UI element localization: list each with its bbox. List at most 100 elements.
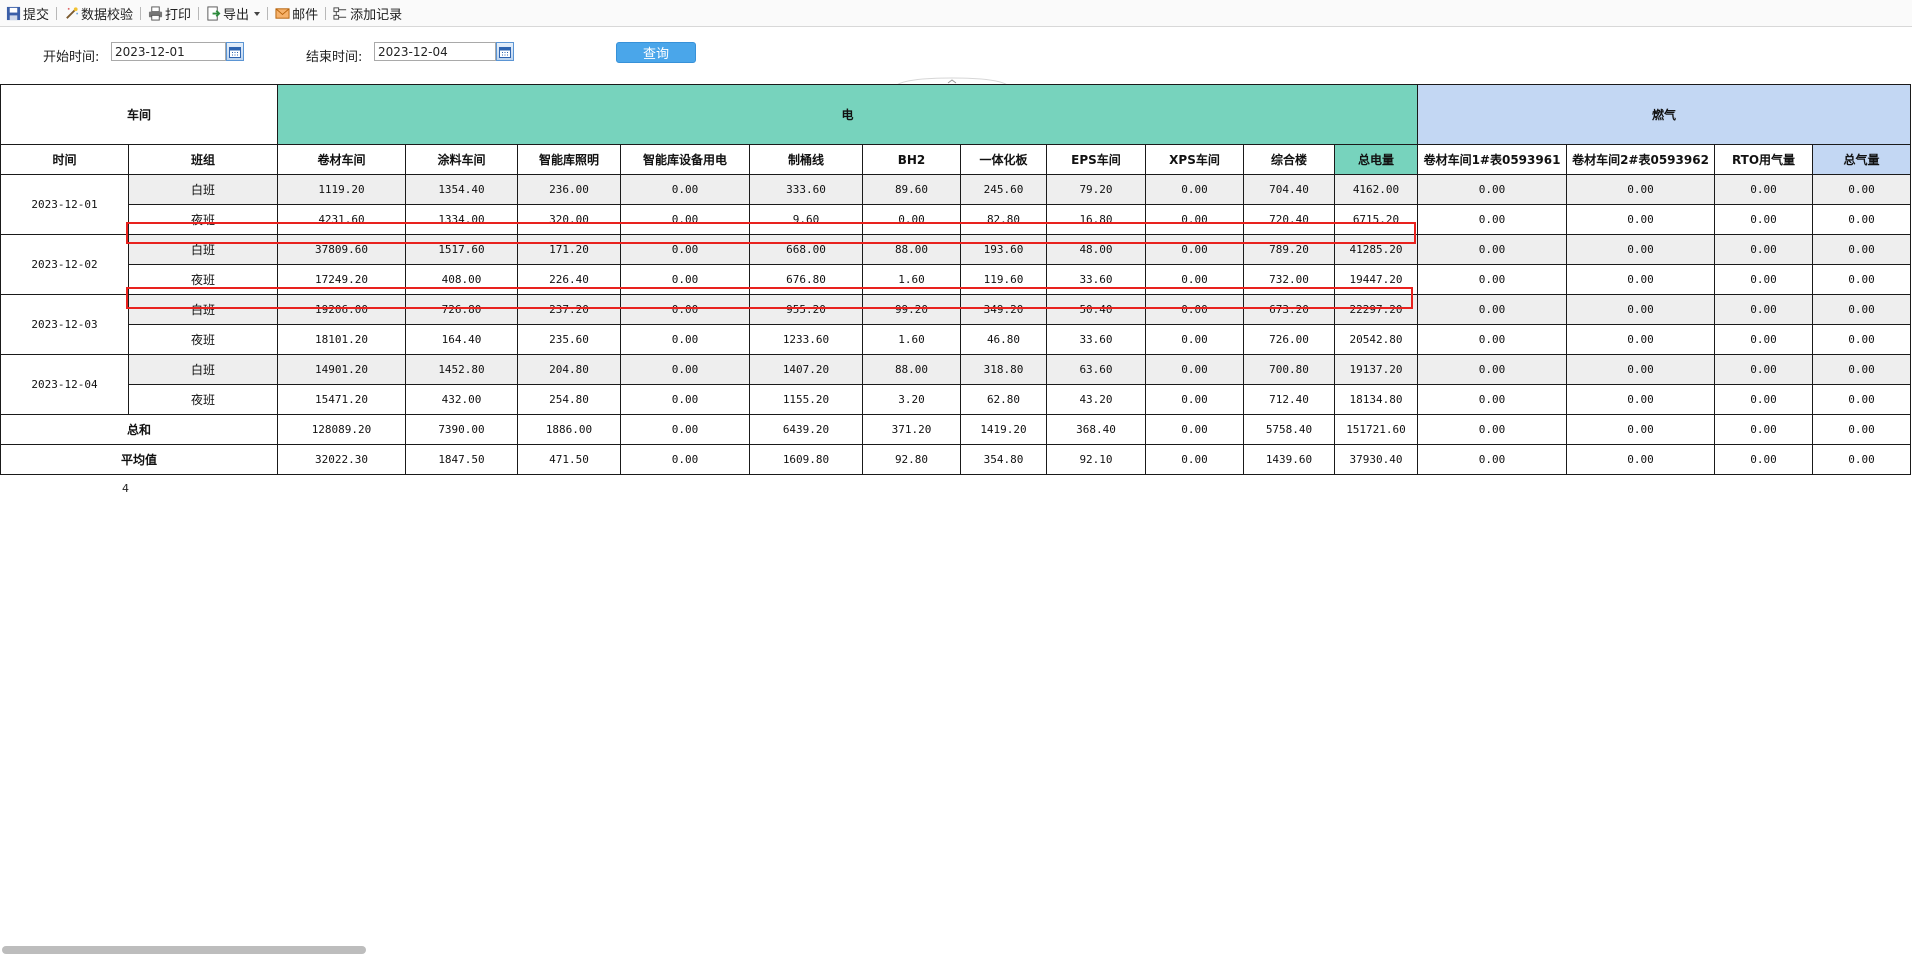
value-cell[interactable]: 19447.20	[1334, 264, 1418, 295]
value-cell[interactable]: 0.00	[1566, 324, 1715, 355]
value-cell[interactable]: 0.00	[620, 384, 750, 415]
value-cell[interactable]: 33.60	[1046, 264, 1146, 295]
value-cell[interactable]: 17249.20	[277, 264, 406, 295]
value-cell[interactable]: 33.60	[1046, 324, 1146, 355]
value-cell[interactable]: 119.60	[960, 264, 1047, 295]
value-cell[interactable]: 88.00	[862, 234, 961, 265]
value-cell[interactable]: 0.00	[1812, 324, 1911, 355]
value-cell[interactable]: 318.80	[960, 354, 1047, 385]
value-cell[interactable]: 204.80	[517, 354, 621, 385]
value-cell[interactable]: 676.80	[749, 264, 863, 295]
value-cell[interactable]: 0.00	[1417, 174, 1567, 205]
value-cell[interactable]: 1354.40	[405, 174, 518, 205]
start-date-input[interactable]	[112, 43, 225, 60]
value-cell[interactable]: 0.00	[1566, 294, 1715, 325]
value-cell[interactable]: 79.20	[1046, 174, 1146, 205]
value-cell[interactable]: 1.60	[862, 264, 961, 295]
value-cell[interactable]: 726.00	[1243, 324, 1335, 355]
end-date-input[interactable]	[375, 43, 495, 60]
value-cell[interactable]: 0.00	[1145, 294, 1244, 325]
value-cell[interactable]: 1452.80	[405, 354, 518, 385]
start-date-picker[interactable]	[226, 42, 244, 61]
value-cell[interactable]: 0.00	[620, 294, 750, 325]
value-cell[interactable]: 193.60	[960, 234, 1047, 265]
value-cell[interactable]: 712.40	[1243, 384, 1335, 415]
value-cell[interactable]: 732.00	[1243, 264, 1335, 295]
value-cell[interactable]: 0.00	[1714, 204, 1813, 235]
value-cell[interactable]: 37809.60	[277, 234, 406, 265]
value-cell[interactable]: 0.00	[1145, 354, 1244, 385]
value-cell[interactable]: 0.00	[1145, 384, 1244, 415]
value-cell[interactable]: 62.80	[960, 384, 1047, 415]
value-cell[interactable]: 0.00	[1417, 204, 1567, 235]
value-cell[interactable]: 789.20	[1243, 234, 1335, 265]
value-cell[interactable]: 0.00	[1566, 384, 1715, 415]
value-cell[interactable]: 88.00	[862, 354, 961, 385]
value-cell[interactable]: 254.80	[517, 384, 621, 415]
value-cell[interactable]: 700.80	[1243, 354, 1335, 385]
horizontal-scrollbar[interactable]	[2, 946, 366, 954]
value-cell[interactable]: 16.80	[1046, 204, 1146, 235]
value-cell[interactable]: 0.00	[1812, 384, 1911, 415]
value-cell[interactable]: 164.40	[405, 324, 518, 355]
value-cell[interactable]: 82.80	[960, 204, 1047, 235]
value-cell[interactable]: 0.00	[1145, 234, 1244, 265]
value-cell[interactable]: 245.60	[960, 174, 1047, 205]
value-cell[interactable]: 18134.80	[1334, 384, 1418, 415]
value-cell[interactable]: 0.00	[1566, 354, 1715, 385]
query-button[interactable]: 查询	[616, 42, 696, 63]
value-cell[interactable]: 0.00	[1145, 174, 1244, 205]
value-cell[interactable]: 0.00	[1812, 234, 1911, 265]
value-cell[interactable]: 15471.20	[277, 384, 406, 415]
value-cell[interactable]: 349.20	[960, 294, 1047, 325]
value-cell[interactable]: 0.00	[1714, 294, 1813, 325]
value-cell[interactable]: 668.00	[749, 234, 863, 265]
value-cell[interactable]: 408.00	[405, 264, 518, 295]
value-cell[interactable]: 673.20	[1243, 294, 1335, 325]
value-cell[interactable]: 0.00	[1812, 204, 1911, 235]
value-cell[interactable]: 0.00	[1812, 294, 1911, 325]
value-cell[interactable]: 432.00	[405, 384, 518, 415]
end-date-field[interactable]	[374, 42, 496, 61]
value-cell[interactable]: 0.00	[620, 204, 750, 235]
value-cell[interactable]: 3.20	[862, 384, 961, 415]
value-cell[interactable]: 226.40	[517, 264, 621, 295]
value-cell[interactable]: 955.20	[749, 294, 863, 325]
value-cell[interactable]: 0.00	[620, 234, 750, 265]
value-cell[interactable]: 0.00	[1714, 354, 1813, 385]
end-date-picker[interactable]	[496, 42, 514, 61]
value-cell[interactable]: 0.00	[1812, 174, 1911, 205]
value-cell[interactable]: 1119.20	[277, 174, 406, 205]
value-cell[interactable]: 0.00	[1566, 174, 1715, 205]
value-cell[interactable]: 4231.60	[277, 204, 406, 235]
value-cell[interactable]: 0.00	[1714, 384, 1813, 415]
value-cell[interactable]: 720.40	[1243, 204, 1335, 235]
value-cell[interactable]: 1155.20	[749, 384, 863, 415]
value-cell[interactable]: 19137.20	[1334, 354, 1418, 385]
value-cell[interactable]: 320.00	[517, 204, 621, 235]
value-cell[interactable]: 0.00	[1566, 264, 1715, 295]
value-cell[interactable]: 22297.20	[1334, 294, 1418, 325]
value-cell[interactable]: 43.20	[1046, 384, 1146, 415]
value-cell[interactable]: 0.00	[1714, 324, 1813, 355]
value-cell[interactable]: 63.60	[1046, 354, 1146, 385]
value-cell[interactable]: 1407.20	[749, 354, 863, 385]
data-check-button[interactable]: 数据校验	[60, 2, 137, 24]
value-cell[interactable]: 1233.60	[749, 324, 863, 355]
value-cell[interactable]: 0.00	[1812, 264, 1911, 295]
value-cell[interactable]: 18101.20	[277, 324, 406, 355]
value-cell[interactable]: 19206.00	[277, 294, 406, 325]
value-cell[interactable]: 1517.60	[405, 234, 518, 265]
value-cell[interactable]: 0.00	[1145, 264, 1244, 295]
value-cell[interactable]: 0.00	[1417, 384, 1567, 415]
value-cell[interactable]: 0.00	[1566, 234, 1715, 265]
value-cell[interactable]: 333.60	[749, 174, 863, 205]
value-cell[interactable]: 171.20	[517, 234, 621, 265]
value-cell[interactable]: 0.00	[862, 204, 961, 235]
mail-button[interactable]: 邮件	[271, 2, 322, 24]
value-cell[interactable]: 46.80	[960, 324, 1047, 355]
value-cell[interactable]: 0.00	[1714, 264, 1813, 295]
value-cell[interactable]: 0.00	[1417, 234, 1567, 265]
value-cell[interactable]: 726.80	[405, 294, 518, 325]
value-cell[interactable]: 89.60	[862, 174, 961, 205]
